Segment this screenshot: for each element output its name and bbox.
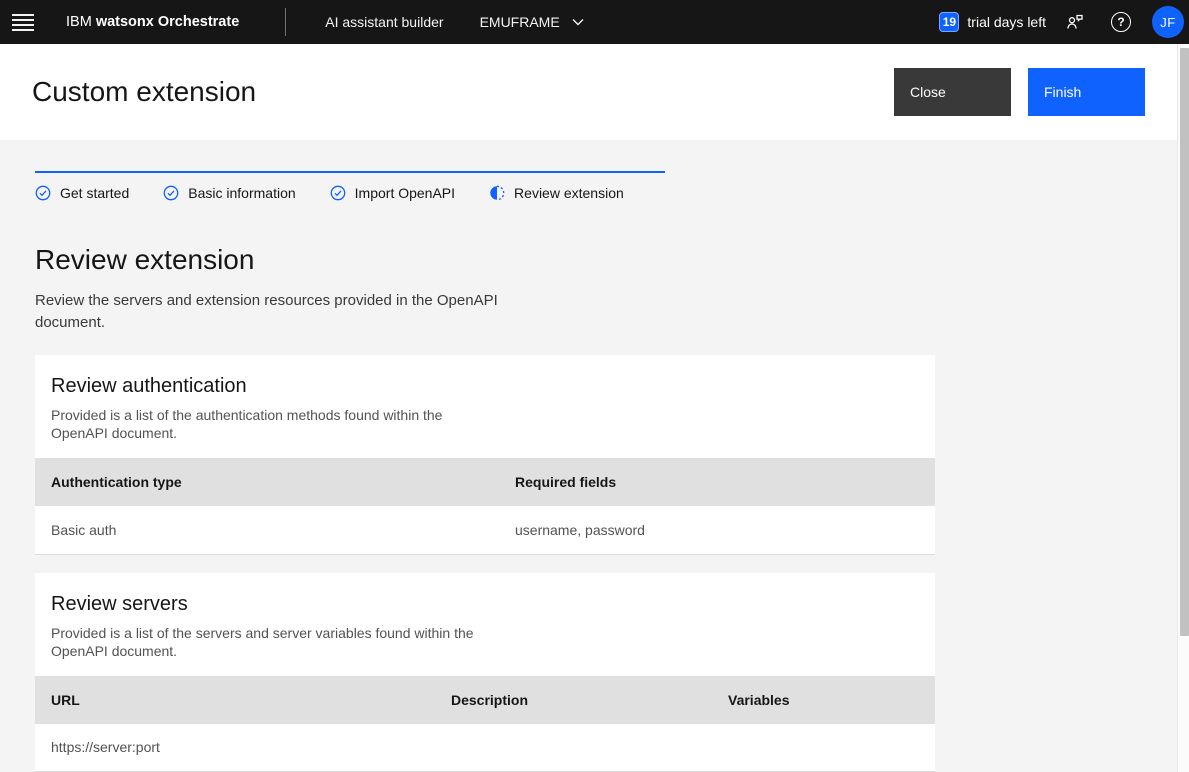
table-row: https://server:port <box>35 723 935 772</box>
step-complete-icon <box>163 185 179 201</box>
hamburger-icon <box>12 13 34 31</box>
trial-days-label: trial days left <box>967 14 1046 30</box>
step-label: Basic information <box>188 185 296 201</box>
column-header-required-fields: Required fields <box>499 458 935 506</box>
nav-ai-assistant-builder[interactable]: AI assistant builder <box>319 13 449 31</box>
user-feedback-icon <box>1067 14 1083 29</box>
header-right: 19 trial days left ? JF <box>939 5 1189 39</box>
review-authentication-card: Review authentication Provided is a list… <box>35 355 935 555</box>
cell-variables <box>712 723 935 772</box>
step-complete-icon <box>35 185 51 201</box>
vertical-scrollbar[interactable] <box>1177 44 1189 772</box>
column-header-description: Description <box>435 675 712 724</box>
auth-card-title: Review authentication <box>51 375 247 397</box>
content: Get started Basic information Import Ope… <box>0 140 1189 772</box>
progress-line <box>35 171 665 173</box>
section-heading: Review extension <box>35 244 255 275</box>
page-title: Custom extension <box>32 76 257 107</box>
step-review-extension[interactable]: Review extension <box>489 185 624 201</box>
card-head: Review authentication Provided is a list… <box>35 355 935 458</box>
servers-card-description: Provided is a list of the servers and se… <box>51 624 474 659</box>
column-header-authentication-type: Authentication type <box>35 458 499 506</box>
step-get-started[interactable]: Get started <box>35 185 129 201</box>
close-button[interactable]: Close <box>894 68 1011 116</box>
header-divider <box>285 8 287 36</box>
table-row: Basic auth username, password <box>35 506 935 555</box>
review-servers-card: Review servers Provided is a list of the… <box>35 572 935 772</box>
table-header-row: Authentication type Required fields <box>35 458 935 506</box>
chevron-down-icon <box>572 19 584 26</box>
step-import-openapi[interactable]: Import OpenAPI <box>330 185 455 201</box>
brand: IBM watsonx Orchestrate <box>66 14 239 30</box>
table-header-row: URL Description Variables <box>35 675 935 724</box>
finish-button[interactable]: Finish <box>1028 68 1145 116</box>
avatar[interactable]: JF <box>1152 6 1184 38</box>
column-header-url: URL <box>35 675 435 724</box>
cell-description <box>435 723 712 772</box>
card-head: Review servers Provided is a list of the… <box>35 573 935 676</box>
cell-authentication-type: Basic auth <box>35 506 499 555</box>
cell-required-fields: username, password <box>499 506 935 555</box>
progress-steps: Get started Basic information Import Ope… <box>35 185 1189 201</box>
trial-days-badge: 19 <box>939 12 960 32</box>
title-bar: Custom extension Close Finish <box>0 44 1189 140</box>
authentication-table: Authentication type Required fields Basi… <box>35 458 935 555</box>
environment-name: EMUFRAME <box>479 14 560 30</box>
environment-switcher[interactable]: EMUFRAME <box>472 10 592 34</box>
cell-url: https://server:port <box>35 723 435 772</box>
app-header: IBM watsonx Orchestrate AI assistant bui… <box>0 0 1189 44</box>
help-glyph: ? <box>1117 15 1125 29</box>
servers-card-title: Review servers <box>51 592 188 615</box>
menu-button[interactable] <box>0 0 46 44</box>
column-header-variables: Variables <box>712 675 935 724</box>
brand-prefix: IBM <box>66 14 92 30</box>
step-complete-icon <box>330 185 346 201</box>
step-basic-information[interactable]: Basic information <box>163 185 296 201</box>
brand-name: watsonx Orchestrate <box>95 14 240 30</box>
servers-table: URL Description Variables https://server… <box>35 675 935 772</box>
help-button[interactable]: ? <box>1104 5 1138 39</box>
title-actions: Close Finish <box>894 68 1145 116</box>
feedback-button[interactable] <box>1058 5 1092 39</box>
section-description: Review the servers and extension resourc… <box>35 292 498 331</box>
step-label: Get started <box>60 185 130 201</box>
auth-card-description: Provided is a list of the authentication… <box>51 407 443 441</box>
help-icon: ? <box>1111 12 1131 32</box>
step-label: Import OpenAPI <box>354 185 456 201</box>
step-label: Review extension <box>514 185 624 201</box>
step-incomplete-icon <box>490 185 505 201</box>
scrollbar-thumb[interactable] <box>1179 48 1189 636</box>
